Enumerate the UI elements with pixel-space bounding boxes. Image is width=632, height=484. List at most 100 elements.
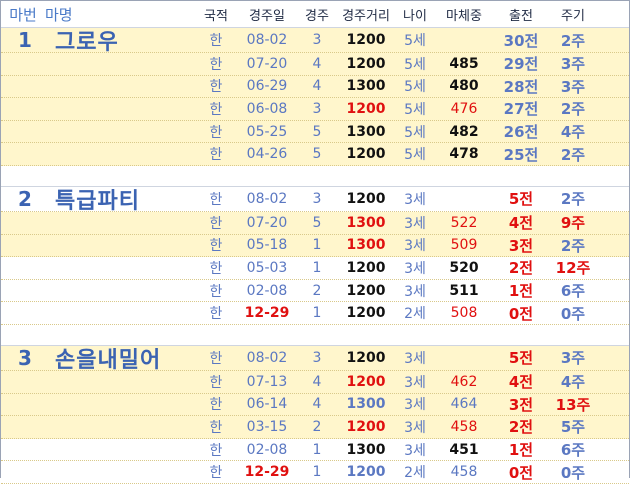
- date-cell: 07-13: [246, 373, 288, 390]
- dist-cell: 1300: [346, 78, 386, 95]
- age-cell: 3세: [404, 260, 426, 277]
- table-row: 한 05-18 1 1300 3세 509 3전 2주: [1, 234, 629, 258]
- dist-cell: 1200: [346, 305, 386, 322]
- date-cell: 02-08: [246, 441, 288, 458]
- date-cell: 12-29: [244, 464, 290, 481]
- start-cell: 5전: [508, 349, 534, 368]
- weight-cell: 478: [449, 146, 479, 163]
- week-cell: 3주: [560, 55, 586, 74]
- start-cell: 3전: [508, 395, 534, 414]
- week-cell: 13주: [555, 395, 591, 414]
- start-cell: 1전: [508, 441, 534, 460]
- weight-cell: 458: [450, 418, 478, 435]
- dist-cell: 1200: [346, 464, 386, 481]
- nat-cell: 한: [209, 260, 223, 277]
- week-cell: 0주: [560, 304, 586, 323]
- race-cell: 5: [312, 146, 322, 163]
- table-row: 한 07-20 5 1300 3세 522 4전 9주: [1, 211, 629, 235]
- start-cell: 3전: [508, 236, 534, 255]
- race-cell: 1: [312, 305, 322, 322]
- date-cell: 05-18: [246, 237, 288, 254]
- dist-cell: 1200: [346, 32, 386, 48]
- horse-number: 3: [18, 345, 32, 370]
- week-cell: 6주: [560, 441, 586, 460]
- horse-number: 2: [18, 186, 32, 211]
- weight-cell: 458: [450, 464, 478, 481]
- race-sheet: 마번 마명 국적 경주일 경주 경주거리 나이 마체중 출전 주기 1 그로우 …: [0, 0, 630, 484]
- header-nat: 국적: [204, 8, 228, 24]
- start-cell: 0전: [508, 304, 534, 323]
- dist-cell: 1200: [346, 100, 386, 117]
- race-cell: 1: [312, 259, 322, 276]
- race-cell: 3: [312, 349, 322, 366]
- date-cell: 12-29: [244, 305, 290, 322]
- date-cell: 06-29: [246, 78, 288, 95]
- week-cell: 0주: [560, 463, 586, 482]
- table-row: 한 06-08 3 1200 5세 476 27전 2주: [1, 98, 629, 121]
- age-cell: 3세: [404, 191, 426, 208]
- weight-cell: 485: [449, 55, 479, 72]
- race-cell: 1: [312, 441, 322, 458]
- dist-cell: 1200: [346, 373, 386, 390]
- week-cell: 2주: [560, 31, 586, 50]
- start-cell: 1전: [508, 282, 534, 301]
- header-week: 주기: [561, 8, 585, 24]
- table-row: 한 05-25 5 1300 5세 482 26전 4주: [1, 120, 629, 144]
- age-cell: 3세: [404, 442, 426, 459]
- age-cell: 5세: [404, 147, 426, 164]
- nat-cell: 한: [209, 191, 223, 208]
- nat-cell: 한: [209, 33, 223, 49]
- start-cell: 27전: [503, 100, 539, 119]
- header-date: 경주일: [249, 8, 285, 24]
- age-cell: 3세: [404, 283, 426, 300]
- table-row: 한 12-29 1 1200 2세 508 0전 0주: [1, 302, 629, 325]
- age-cell: 2세: [404, 306, 426, 323]
- dist-cell: 1300: [346, 237, 386, 254]
- start-cell: 4전: [508, 373, 534, 392]
- start-cell: 26전: [503, 123, 539, 142]
- weight-cell: 482: [449, 123, 479, 140]
- age-cell: 5세: [404, 101, 426, 118]
- table-row: 1 그로우 한 08-02 3 1200 5세 30전 2주: [1, 28, 629, 55]
- horse-name: 특급파티: [55, 188, 140, 214]
- date-cell: 08-02: [246, 32, 288, 48]
- date-cell: 05-25: [246, 123, 288, 140]
- nat-cell: 한: [209, 350, 223, 367]
- date-cell: 04-26: [246, 146, 288, 163]
- start-cell: 5전: [508, 190, 534, 209]
- week-cell: 2주: [560, 145, 586, 164]
- dist-cell: 1200: [346, 259, 386, 276]
- dist-cell: 1200: [346, 55, 386, 72]
- date-cell: 05-03: [246, 259, 288, 276]
- week-cell: 6주: [560, 282, 586, 301]
- weight-cell: 480: [449, 78, 479, 95]
- dist-cell: 1300: [346, 396, 386, 413]
- nat-cell: 한: [209, 238, 223, 255]
- age-cell: 5세: [404, 79, 426, 96]
- dist-cell: 1200: [346, 418, 386, 435]
- age-cell: 3세: [404, 215, 426, 232]
- weight-cell: 508: [450, 305, 478, 322]
- start-cell: 2전: [508, 418, 534, 437]
- table-row: 한 06-14 4 1300 3세 464 3전 13주: [1, 393, 629, 417]
- horse-block-2: 2 특급파티 한 08-02 3 1200 3세 5전 2주 한 07-20 5…: [1, 186, 629, 325]
- race-cell: 5: [312, 123, 322, 140]
- race-cell: 3: [312, 100, 322, 117]
- week-cell: 3주: [560, 77, 586, 96]
- dist-cell: 1200: [346, 146, 386, 163]
- race-cell: 4: [312, 373, 322, 390]
- nat-cell: 한: [209, 147, 223, 164]
- race-cell: 5: [312, 214, 322, 231]
- table-row: 한 04-26 5 1200 5세 478 25전 2주: [1, 143, 629, 166]
- nat-cell: 한: [209, 374, 223, 391]
- age-cell: 5세: [404, 56, 426, 73]
- age-cell: 3세: [404, 374, 426, 391]
- header-dist: 경주거리: [342, 8, 390, 24]
- date-cell: 07-20: [246, 214, 288, 231]
- table-row: 한 02-08 2 1200 3세 511 1전 6주: [1, 279, 629, 303]
- table-row: 한 03-15 2 1200 3세 458 2전 5주: [1, 416, 629, 439]
- weight-cell: 511: [449, 282, 479, 299]
- race-cell: 3: [312, 32, 322, 48]
- nat-cell: 한: [209, 306, 223, 323]
- week-cell: 2주: [560, 190, 586, 209]
